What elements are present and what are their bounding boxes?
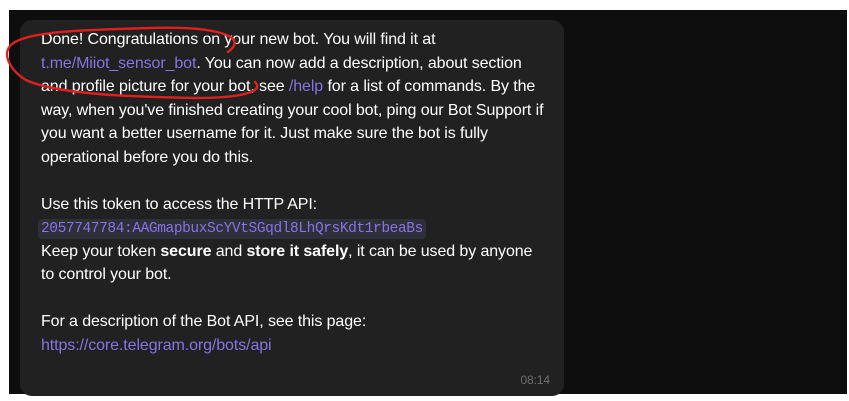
api-line: https://core.telegram.org/bots/api [41,334,548,358]
warning-text-start: Keep your token [41,242,161,260]
help-command-link[interactable]: /help [289,78,323,95]
token-line: 2057747784:AAGmapbuxScYVtSGqdl8LhQrsKdt1… [38,216,548,240]
bot-token[interactable]: 2057747784:AAGmapbuxScYVtSGqdl8LhQrsKdt1… [38,219,426,239]
warning-store: store it safely [246,242,349,260]
bot-message-bubble: Done! Congratulations on your new bot. Y… [20,20,564,396]
message-text: Done! Congratulations on your new bot. Y… [38,28,548,358]
chat-area: Done! Congratulations on your new bot. Y… [0,0,849,401]
warning-and: and [211,242,247,260]
intro-text-start: Done! Congratulations on your new bot. Y… [41,31,436,48]
token-warning: Keep your token secure and store it safe… [41,240,548,287]
warning-secure: secure [160,242,212,260]
bot-link[interactable]: t.me/Miiot_sensor_bot [41,55,196,72]
api-intro: For a description of the Bot API, see th… [41,313,367,330]
message-paragraph-intro: Done! Congratulations on your new bot. Y… [41,28,548,169]
token-intro: Use this token to access the HTTP API: [41,195,318,213]
message-timestamp: 08:14 [520,373,550,387]
api-docs-link[interactable]: https://core.telegram.org/bots/api [41,337,272,354]
